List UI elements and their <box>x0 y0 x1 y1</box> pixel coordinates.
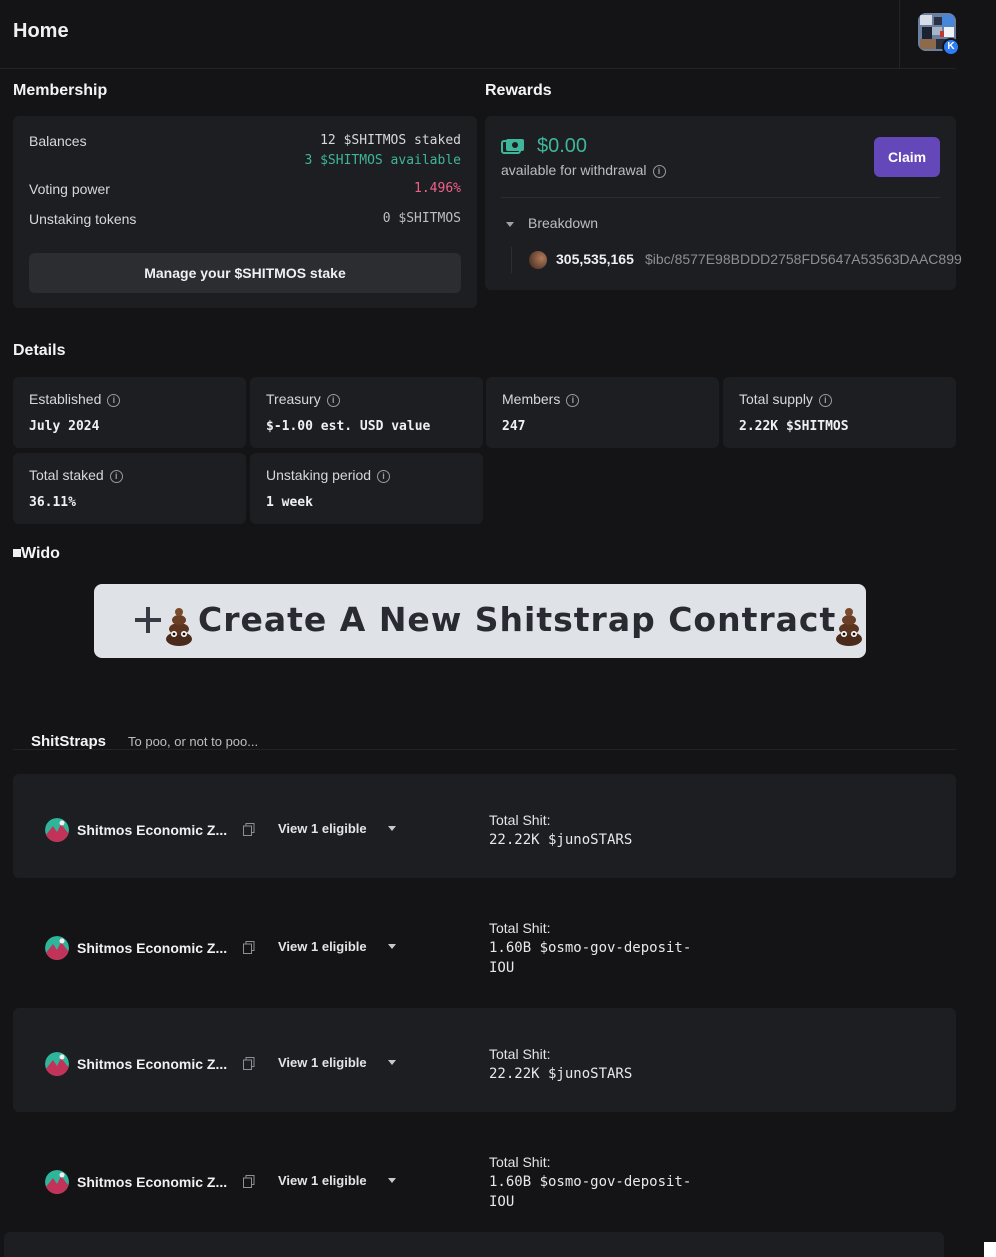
total-shit-label: Total Shit: <box>489 1046 551 1062</box>
detail-label: Unstaking period i <box>266 467 391 483</box>
manage-stake-button[interactable]: Manage your $SHITMOS stake <box>29 253 461 293</box>
contract-name[interactable]: Shitmos Economic Z... <box>77 1056 227 1072</box>
copy-icon[interactable] <box>243 941 255 954</box>
view-eligible-button[interactable]: View 1 eligible <box>278 1173 367 1188</box>
rewards-amount: $0.00 <box>537 135 588 157</box>
copy-icon[interactable] <box>243 1175 255 1188</box>
detail-label: Treasury i <box>266 391 340 407</box>
detail-label-text: Members <box>502 391 561 407</box>
total-shit-value: 1.60B $osmo-gov-deposit-IOU <box>489 1174 692 1210</box>
detail-value: 2.22K $SHITMOS <box>739 419 849 434</box>
detail-value: July 2024 <box>29 419 100 434</box>
plus-icon <box>135 607 161 633</box>
create-shitstrap-banner[interactable]: Create A New Shitstrap Contract <box>94 584 866 658</box>
contract-name[interactable]: Shitmos Economic Z... <box>77 822 227 838</box>
cash-icon <box>501 138 525 161</box>
copy-icon[interactable] <box>243 1057 255 1070</box>
tab-shitstraps[interactable]: ShitStraps <box>31 733 106 750</box>
total-shit-value: 1.60B $osmo-gov-deposit-IOU <box>489 940 692 976</box>
detail-value: $-1.00 est. USD value <box>266 419 431 434</box>
page-title: Home <box>13 20 69 42</box>
info-icon[interactable]: i <box>818 393 832 407</box>
detail-established: Established i July 2024 <box>13 377 246 448</box>
detail-value: 247 <box>502 419 526 434</box>
wallet-badge: K <box>942 38 960 56</box>
info-icon[interactable]: i <box>377 469 391 483</box>
detail-label: Established i <box>29 391 121 407</box>
detail-label-text: Total supply <box>739 391 813 407</box>
info-icon[interactable]: i <box>326 393 340 407</box>
breakdown-denom: $ibc/8577E98BDDD2758FD5647A53563DAAC899 <box>645 251 962 267</box>
info-icon[interactable]: i <box>109 469 123 483</box>
breakdown-line <box>511 247 512 273</box>
token-icon <box>529 251 547 269</box>
detail-unstaking-period: Unstaking period i 1 week <box>250 453 483 524</box>
detail-value: 1 week <box>266 495 313 510</box>
corner-artifact <box>984 1242 996 1257</box>
voting-power-label: Voting power <box>29 181 110 197</box>
detail-label: Total supply i <box>739 391 832 407</box>
total-shit-label: Total Shit: <box>489 1154 551 1170</box>
tab-subtitle: To poo, or not to poo... <box>128 734 259 749</box>
detail-total-staked: Total staked i 36.11% <box>13 453 246 524</box>
info-icon[interactable]: i <box>107 393 121 407</box>
detail-label-text: Unstaking period <box>266 467 372 483</box>
contract-name[interactable]: Shitmos Economic Z... <box>77 1174 227 1190</box>
info-icon[interactable]: i <box>566 393 580 407</box>
poop-icon <box>166 608 192 646</box>
detail-label-text: Treasury <box>266 391 321 407</box>
top-header: Home <box>0 0 956 69</box>
widgets-title: Wido <box>21 545 60 562</box>
view-eligible-button[interactable]: View 1 eligible <box>278 939 367 954</box>
widgets-square-icon <box>13 549 21 557</box>
chevron-down-icon[interactable] <box>388 826 396 831</box>
copy-icon[interactable] <box>243 823 255 836</box>
unstaking-value: 0 $SHITMOS <box>382 211 461 226</box>
shitstrap-row-partial <box>4 1232 944 1257</box>
balances-label: Balances <box>29 133 87 149</box>
total-shit-label: Total Shit: <box>489 920 551 936</box>
detail-label: Total staked i <box>29 467 123 483</box>
detail-value: 36.11% <box>29 495 76 510</box>
voting-power-value: 1.496% <box>414 181 461 196</box>
contract-avatar <box>45 1170 69 1194</box>
detail-label-text: Established <box>29 391 102 407</box>
breakdown-amount: 305,535,165 <box>556 251 634 267</box>
info-icon[interactable]: i <box>652 164 666 178</box>
contract-avatar <box>45 936 69 960</box>
detail-total-supply: Total supply i 2.22K $SHITMOS <box>723 377 956 448</box>
breakdown-toggle[interactable]: Breakdown <box>528 215 598 231</box>
unstaking-label: Unstaking tokens <box>29 211 137 227</box>
total-shit-label: Total Shit: <box>489 812 551 828</box>
chevron-down-icon[interactable] <box>388 944 396 949</box>
tab-divider <box>13 749 956 750</box>
detail-members: Members i 247 <box>486 377 719 448</box>
available-balance: 3 $SHITMOS available <box>304 153 461 168</box>
detail-label-text: Total staked <box>29 467 104 483</box>
view-eligible-button[interactable]: View 1 eligible <box>278 821 367 836</box>
detail-label: Members i <box>502 391 580 407</box>
rewards-title: Rewards <box>485 82 552 99</box>
staked-balance: 12 $SHITMOS staked <box>320 133 461 148</box>
breakdown-chevron-icon[interactable] <box>506 222 514 227</box>
contract-avatar <box>45 1052 69 1076</box>
chevron-down-icon[interactable] <box>388 1060 396 1065</box>
rewards-divider <box>501 197 940 198</box>
withdrawal-subtitle-text: available for withdrawal <box>501 162 647 178</box>
chevron-down-icon[interactable] <box>388 1178 396 1183</box>
details-title: Details <box>13 342 66 359</box>
poop-icon <box>836 608 862 646</box>
detail-treasury: Treasury i $-1.00 est. USD value <box>250 377 483 448</box>
total-shit-value: 22.22K $junoSTARS <box>489 1066 633 1082</box>
contract-name[interactable]: Shitmos Economic Z... <box>77 940 227 956</box>
withdrawal-subtitle: available for withdrawal i <box>501 162 666 178</box>
contract-avatar <box>45 818 69 842</box>
banner-text: Create A New Shitstrap Contract <box>198 600 837 639</box>
membership-title: Membership <box>13 82 108 99</box>
total-shit-value: 22.22K $junoSTARS <box>489 832 633 848</box>
header-divider <box>899 0 900 69</box>
view-eligible-button[interactable]: View 1 eligible <box>278 1055 367 1070</box>
claim-button[interactable]: Claim <box>874 137 940 177</box>
